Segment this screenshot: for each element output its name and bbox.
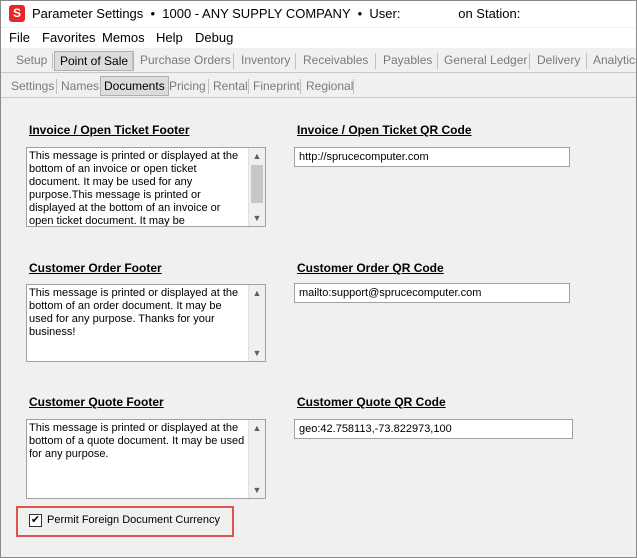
subtab-documents[interactable]: Documents [100,76,169,96]
window-title: Parameter Settings • 1000 - ANY SUPPLY C… [32,6,521,21]
scroll-up-icon[interactable]: ▲ [249,148,265,164]
order-footer-label: Customer Order Footer [29,261,162,275]
tab-analytics[interactable]: Analytics [593,53,637,67]
scroll-up-icon[interactable]: ▲ [249,285,265,301]
invoice-footer-text: This message is printed or displayed at … [29,150,239,227]
quote-footer-scrollbar[interactable]: ▲ ▼ [248,420,265,498]
tab-divider [353,79,354,94]
tab-general-ledger[interactable]: General Ledger [444,53,527,67]
invoice-qr-label: Invoice / Open Ticket QR Code [297,123,472,137]
order-footer-textbox[interactable]: This message is printed or displayed at … [26,284,266,362]
scroll-up-icon[interactable]: ▲ [249,420,265,436]
quote-footer-text: This message is printed or displayed at … [29,422,245,460]
scroll-thumb[interactable] [251,165,263,203]
invoice-footer-textbox[interactable]: This message is printed or displayed at … [26,147,266,227]
tab-divider [248,79,249,94]
subtab-names[interactable]: Names [61,79,99,93]
tab-divider [233,53,234,69]
scroll-down-icon[interactable]: ▼ [249,345,265,361]
title-bar: S Parameter Settings • 1000 - ANY SUPPLY… [1,1,636,27]
tab-payables[interactable]: Payables [383,53,432,67]
tab-divider [52,53,53,69]
menu-bar: File Favorites Memos Help Debug [1,28,636,48]
tab-point-of-sale[interactable]: Point of Sale [54,51,135,71]
tab-setup[interactable]: Setup [16,53,47,67]
quote-qr-input[interactable]: geo:42.758113,-73.822973,100 [294,419,573,439]
permit-foreign-currency-checkbox[interactable]: ✔ [29,514,42,527]
tab-divider [300,79,301,94]
invoice-qr-input[interactable]: http://sprucecomputer.com [294,147,570,167]
tab-divider [529,53,530,69]
quote-qr-label: Customer Quote QR Code [297,395,446,409]
invoice-footer-scrollbar[interactable]: ▲ ▼ [248,148,265,226]
order-qr-label: Customer Order QR Code [297,261,444,275]
tab-inventory[interactable]: Inventory [241,53,290,67]
tab-divider [56,79,57,94]
tab-receivables[interactable]: Receivables [303,53,368,67]
tab-delivery[interactable]: Delivery [537,53,580,67]
tab-divider [295,53,296,69]
tab-divider [208,79,209,94]
menu-debug[interactable]: Debug [195,30,233,45]
invoice-footer-label: Invoice / Open Ticket Footer [29,123,190,137]
permit-foreign-currency-label[interactable]: Permit Foreign Document Currency [47,514,220,526]
tab-divider [437,53,438,69]
main-tab-strip: Setup Point of Sale Purchase Orders Inve… [1,50,637,73]
quote-footer-label: Customer Quote Footer [29,395,164,409]
subtab-fineprint[interactable]: Fineprint [253,79,300,93]
tab-divider [586,53,587,69]
subtab-pricing[interactable]: Pricing [169,79,206,93]
app-logo-icon: S [9,5,25,22]
tab-divider [375,53,376,69]
subtab-rental[interactable]: Rental [213,79,248,93]
menu-favorites[interactable]: Favorites [42,30,95,45]
tab-divider [132,53,133,69]
quote-footer-textbox[interactable]: This message is printed or displayed at … [26,419,266,499]
order-footer-text: This message is printed or displayed at … [29,287,239,338]
scroll-down-icon[interactable]: ▼ [249,482,265,498]
order-qr-input[interactable]: mailto:support@sprucecomputer.com [294,283,570,303]
checkmark-icon: ✔ [30,514,41,526]
tab-purchase-orders[interactable]: Purchase Orders [140,53,231,67]
subtab-settings[interactable]: Settings [11,79,54,93]
order-footer-scrollbar[interactable]: ▲ ▼ [248,285,265,361]
window: S Parameter Settings • 1000 - ANY SUPPLY… [0,0,637,558]
menu-memos[interactable]: Memos [102,30,145,45]
menu-file[interactable]: File [9,30,30,45]
scroll-down-icon[interactable]: ▼ [249,210,265,226]
sub-tab-strip: Settings Names Documents Pricing Rental … [1,75,636,98]
subtab-regional[interactable]: Regional [306,79,353,93]
menu-help[interactable]: Help [156,30,183,45]
